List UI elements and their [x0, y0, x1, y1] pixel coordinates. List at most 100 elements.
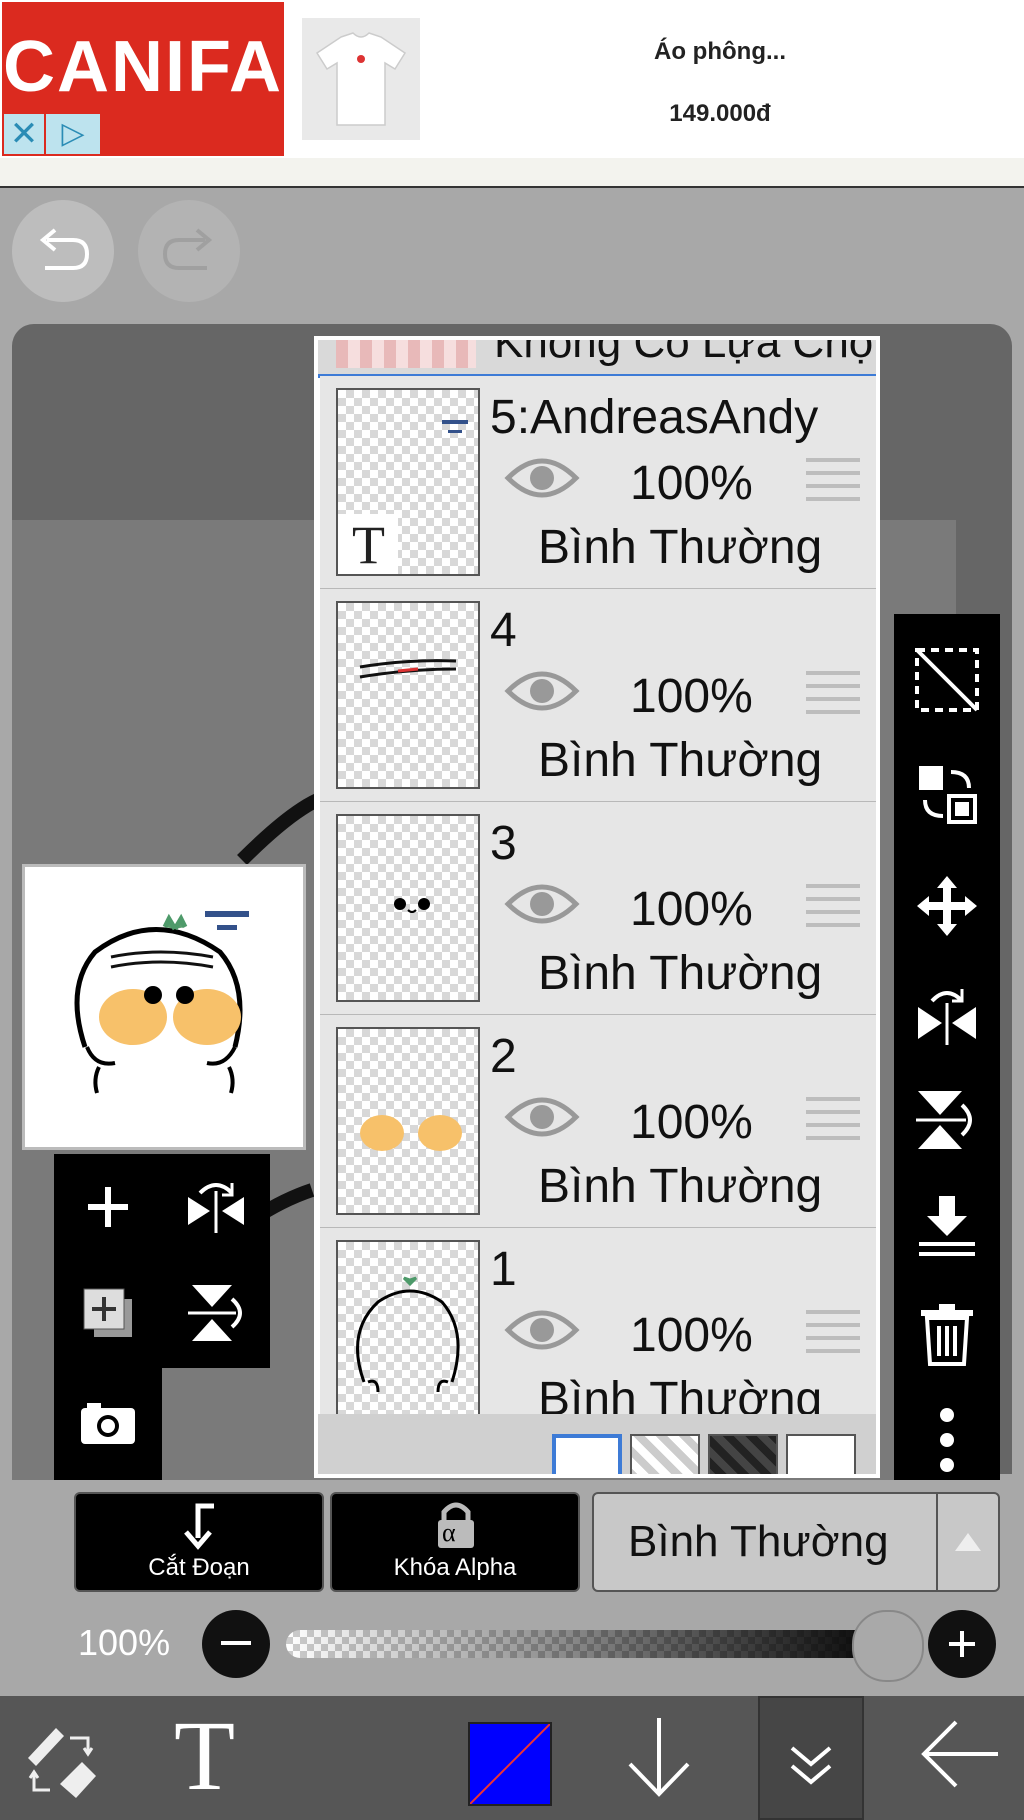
- layer-selection-row[interactable]: Không Có Lựa Chọn: [318, 340, 876, 378]
- selection-thumb: [336, 340, 476, 368]
- bg-transparent-option[interactable]: [630, 1434, 700, 1474]
- ad-product-image[interactable]: [302, 18, 420, 140]
- alpha-glyph: α: [442, 1518, 456, 1547]
- minus-icon: [221, 1641, 251, 1645]
- ad-title[interactable]: Áo phông...: [600, 38, 840, 66]
- duplicate-layer-icon: [83, 1288, 132, 1337]
- brush-eraser-icon[interactable]: [20, 1718, 102, 1805]
- layer-blend-mode: Bình Thường: [538, 521, 823, 574]
- layer-thumbnail[interactable]: T: [336, 388, 480, 576]
- duplicate-layer-button[interactable]: [54, 1260, 162, 1366]
- visibility-eye-icon[interactable]: [504, 1093, 580, 1146]
- layer-row-5[interactable]: T 5:AndreasAndy 100% Bình Thường: [320, 376, 876, 590]
- text-icon[interactable]: T: [174, 1706, 235, 1806]
- flip-h-button[interactable]: [162, 1154, 270, 1260]
- layer-opacity: 100%: [630, 883, 753, 936]
- transform-icon[interactable]: [894, 744, 1000, 844]
- opacity-slider[interactable]: [286, 1630, 898, 1658]
- layer-blend-mode: Bình Thường: [538, 947, 823, 1000]
- layer-opacity: 100%: [630, 457, 753, 510]
- opacity-slider-handle[interactable]: [852, 1610, 924, 1682]
- layer-blend-mode: Bình Thường: [538, 1160, 823, 1213]
- trash-icon[interactable]: [894, 1284, 1000, 1384]
- flip-h-icon: [188, 1183, 244, 1233]
- visibility-eye-icon[interactable]: [504, 667, 580, 720]
- text-layer-icon: T: [352, 515, 385, 575]
- opacity-value: 100%: [78, 1622, 171, 1663]
- blend-mode-select[interactable]: Bình Thường: [592, 1492, 938, 1592]
- visibility-eye-icon[interactable]: [504, 880, 580, 933]
- drag-handle-icon[interactable]: [806, 884, 860, 936]
- layer-actions-toolbar: [894, 614, 1000, 1480]
- drag-handle-icon[interactable]: [806, 1310, 860, 1362]
- undo-button[interactable]: [12, 200, 114, 302]
- layer-name: 2: [490, 1030, 517, 1083]
- back-arrow-icon[interactable]: [920, 1718, 1002, 1795]
- flip-horizontal-icon[interactable]: [894, 964, 1000, 1064]
- drag-handle-icon[interactable]: [806, 458, 860, 510]
- layer-row-3[interactable]: 3 100% Bình Thường: [320, 802, 876, 1016]
- layer-opacity: 100%: [630, 670, 753, 723]
- color-swatch[interactable]: [468, 1722, 552, 1806]
- add-layer-icon: [88, 1187, 128, 1227]
- camera-icon: [81, 1403, 135, 1444]
- ad-banner[interactable]: CANIFA ✕ ▷ Áo phông... 149.000đ: [0, 0, 1024, 159]
- alpha-lock-label: Khóa Alpha: [393, 1554, 517, 1581]
- blend-mode-dropdown-button[interactable]: [936, 1492, 1000, 1592]
- close-icon[interactable]: ✕: [4, 114, 44, 154]
- bg-dark-option[interactable]: [708, 1434, 778, 1474]
- camera-button[interactable]: [54, 1370, 162, 1476]
- layers-panel[interactable]: Không Có Lựa Chọn T 5:AndreasAndy 100% B…: [314, 336, 880, 1478]
- layer-thumbnail[interactable]: [336, 814, 480, 1002]
- flip-v-button[interactable]: [162, 1260, 270, 1366]
- opacity-decrease-button[interactable]: [202, 1610, 270, 1678]
- layer-row-1[interactable]: 1 100% Bình Thường: [320, 1228, 876, 1442]
- flip-v-icon: [188, 1285, 242, 1341]
- collapse-icon: [790, 1746, 832, 1785]
- merge-down-icon[interactable]: [894, 1176, 1000, 1276]
- lock-icon: [438, 1502, 474, 1548]
- layer-name: 4: [490, 604, 517, 657]
- bg-none-option[interactable]: [786, 1434, 856, 1474]
- layer-row-4[interactable]: 4 100% Bình Thường: [320, 589, 876, 803]
- bottom-toolbar: T: [0, 1696, 1024, 1820]
- more-icon[interactable]: [894, 1390, 1000, 1490]
- ad-brand-logo[interactable]: CANIFA: [2, 2, 284, 156]
- visibility-eye-icon[interactable]: [504, 454, 580, 507]
- layer-opacity: 100%: [630, 1309, 753, 1362]
- redo-icon: [162, 228, 213, 270]
- layer-name: 5:AndreasAndy: [490, 391, 819, 444]
- bg-white-option[interactable]: [552, 1434, 622, 1474]
- adchoices-icon[interactable]: ▷: [46, 114, 100, 154]
- layer-thumbnail[interactable]: [336, 601, 480, 789]
- alpha-lock-button[interactable]: α Khóa Alpha: [330, 1492, 580, 1592]
- layer-name: 3: [490, 817, 517, 870]
- layer-thumbnail[interactable]: [336, 1027, 480, 1215]
- collapse-button[interactable]: [758, 1696, 864, 1820]
- visibility-eye-icon[interactable]: [504, 1306, 580, 1359]
- select-clear-icon[interactable]: [894, 630, 1000, 730]
- drag-handle-icon[interactable]: [806, 671, 860, 723]
- layer-name: 1: [490, 1243, 517, 1296]
- drag-handle-icon[interactable]: [806, 1097, 860, 1149]
- clip-label: Cắt Đoạn: [148, 1554, 250, 1581]
- clip-arrow-icon: [184, 1503, 214, 1550]
- layer-blend-mode: Bình Thường: [538, 734, 823, 787]
- opacity-increase-button[interactable]: [928, 1610, 996, 1678]
- layer-row-2[interactable]: 2 100% Bình Thường: [320, 1015, 876, 1229]
- layer-opacity: 100%: [630, 1096, 753, 1149]
- clip-button[interactable]: Cắt Đoạn: [74, 1492, 324, 1592]
- move-icon[interactable]: [894, 856, 1000, 956]
- triangle-up-icon: [955, 1533, 981, 1551]
- arrow-down-icon[interactable]: [626, 1716, 692, 1803]
- selection-label: Không Có Lựa Chọn: [494, 340, 876, 367]
- redo-button[interactable]: [138, 200, 240, 302]
- layer-tools-panel: [54, 1154, 270, 1368]
- ad-price[interactable]: 149.000đ: [600, 100, 840, 128]
- layer-thumbnail[interactable]: [336, 1240, 480, 1428]
- undo-icon: [39, 228, 90, 270]
- background-layer-row[interactable]: [318, 1414, 876, 1474]
- add-layer-button[interactable]: [54, 1154, 162, 1260]
- canvas-preview: [22, 864, 306, 1150]
- flip-vertical-icon[interactable]: [894, 1070, 1000, 1170]
